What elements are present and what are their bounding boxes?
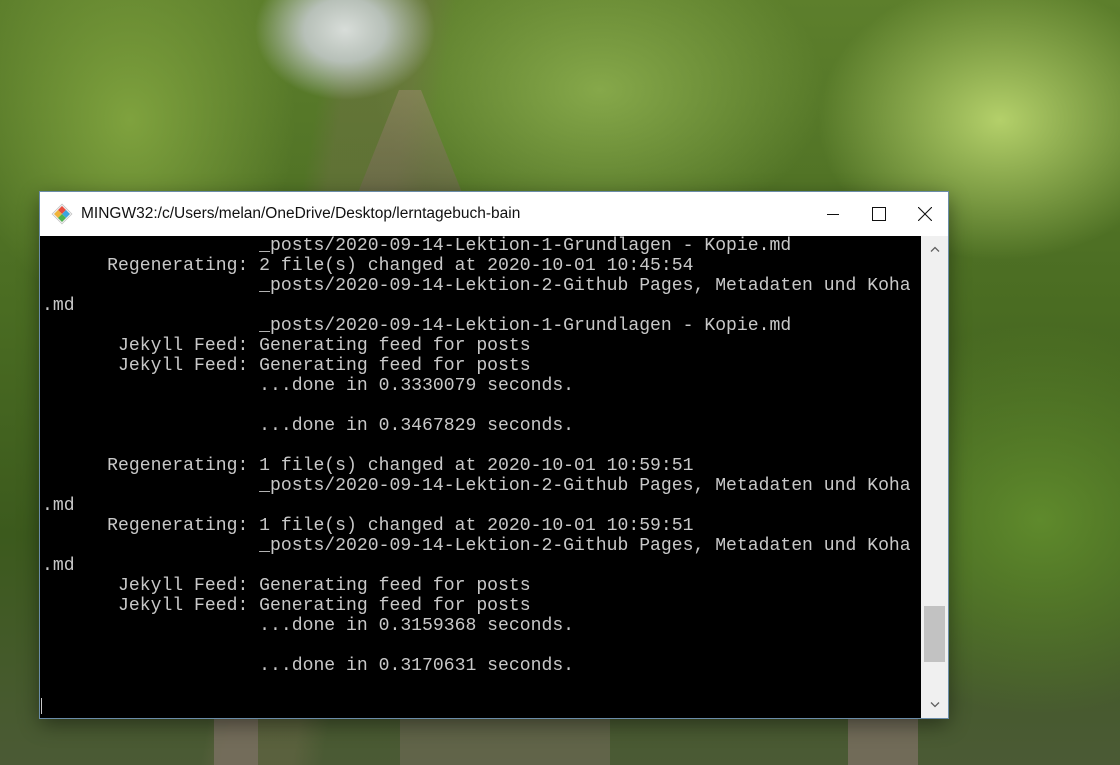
close-button[interactable] xyxy=(902,192,948,236)
minimize-icon xyxy=(827,214,839,215)
chevron-up-icon xyxy=(930,246,939,252)
terminal-line: Jekyll Feed: Generating feed for posts xyxy=(42,356,531,376)
scroll-thumb[interactable] xyxy=(924,606,945,663)
git-mingw-app-icon[interactable] xyxy=(51,203,73,225)
minimize-button[interactable] xyxy=(810,192,856,236)
terminal-line: Regenerating: 2 file(s) changed at 2020-… xyxy=(42,256,694,276)
background-rail-track xyxy=(355,90,465,200)
terminal-line: ...done in 0.3170631 seconds. xyxy=(42,656,575,676)
terminal-line: Jekyll Feed: Generating feed for posts xyxy=(42,336,531,356)
background-rail-right xyxy=(848,718,918,765)
terminal-line: _posts/2020-09-14-Lektion-2-Github Pages… xyxy=(42,536,911,556)
chevron-down-icon xyxy=(930,702,939,708)
vertical-scrollbar[interactable] xyxy=(921,236,948,718)
maximize-icon xyxy=(872,207,886,221)
terminal-line: .md xyxy=(42,496,75,516)
maximize-button[interactable] xyxy=(856,192,902,236)
terminal-line: Jekyll Feed: Generating feed for posts xyxy=(42,596,531,616)
terminal-line: ...done in 0.3467829 seconds. xyxy=(42,416,575,436)
window-title: MINGW32:/c/Users/melan/OneDrive/Desktop/… xyxy=(81,205,521,222)
background-rail-sleeper xyxy=(400,718,610,765)
close-icon xyxy=(918,207,932,221)
terminal-line: Regenerating: 1 file(s) changed at 2020-… xyxy=(42,516,694,536)
terminal-line: Jekyll Feed: Generating feed for posts xyxy=(42,576,531,596)
terminal-line: Regenerating: 1 file(s) changed at 2020-… xyxy=(42,456,694,476)
terminal-line: _posts/2020-09-14-Lektion-1-Grundlagen -… xyxy=(42,236,792,256)
scroll-up-button[interactable] xyxy=(921,236,948,262)
terminal-line: _posts/2020-09-14-Lektion-2-Github Pages… xyxy=(42,476,911,496)
title-bar[interactable]: MINGW32:/c/Users/melan/OneDrive/Desktop/… xyxy=(40,192,948,236)
terminal-line: _posts/2020-09-14-Lektion-1-Grundlagen -… xyxy=(42,316,792,336)
terminal-output[interactable]: _posts/2020-09-14-Lektion-1-Grundlagen -… xyxy=(40,236,921,718)
background-rail-left xyxy=(214,718,258,765)
terminal-line: ...done in 0.3159368 seconds. xyxy=(42,616,575,636)
window-controls xyxy=(810,192,948,236)
terminal-line: ...done in 0.3330079 seconds. xyxy=(42,376,575,396)
terminal-line: _posts/2020-09-14-Lektion-2-Github Pages… xyxy=(42,276,911,296)
text-cursor xyxy=(41,698,42,714)
scroll-down-button[interactable] xyxy=(921,692,948,718)
terminal-window[interactable]: MINGW32:/c/Users/melan/OneDrive/Desktop/… xyxy=(40,192,948,718)
terminal-line: .md xyxy=(42,556,75,576)
terminal-line: .md xyxy=(42,296,75,316)
